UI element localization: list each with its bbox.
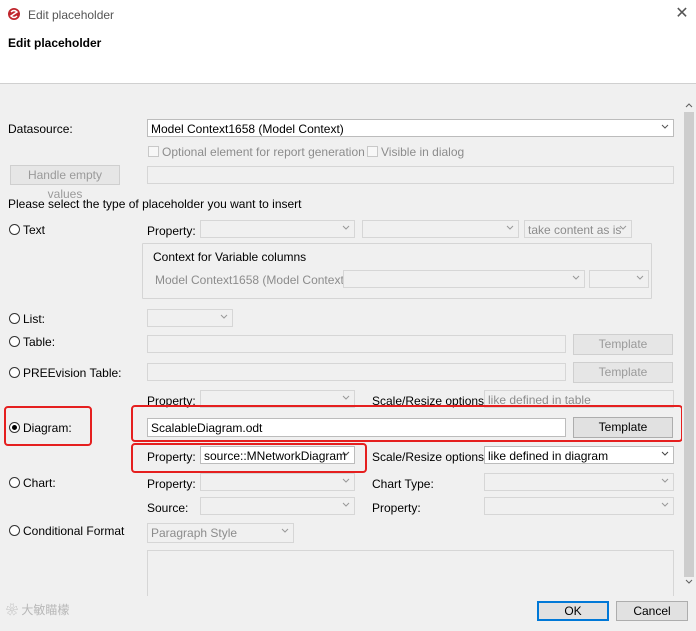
text-property-select[interactable] <box>200 220 355 238</box>
datasource-label: Datasource: <box>8 122 73 136</box>
watermark-logo-icon: ❀ <box>6 603 22 617</box>
chart-radio-label: Chart: <box>23 476 56 490</box>
paragraph-style-value: Paragraph Style <box>151 526 238 540</box>
scroll-up-icon[interactable] <box>684 101 694 109</box>
text-radio[interactable] <box>9 224 20 235</box>
chart-property2-label: Property: <box>372 501 421 515</box>
handle-empty-values-button[interactable]: Handle empty values <box>10 165 120 201</box>
ok-button[interactable]: OK <box>537 601 609 621</box>
list-select[interactable] <box>147 309 233 327</box>
datasource-select[interactable]: Model Context1658 (Model Context) <box>147 119 674 137</box>
diagram-file-field[interactable]: ScalableDiagram.odt <box>147 418 566 437</box>
preevision-file-field[interactable] <box>147 363 566 381</box>
table-radio-label: Table: <box>23 335 56 349</box>
chart-source-select[interactable] <box>200 497 355 515</box>
text-subproperty-select[interactable] <box>362 220 519 238</box>
diagram-radio-label: Diagram: <box>23 421 72 435</box>
optional-checkbox[interactable] <box>148 146 159 157</box>
chevron-down-icon <box>572 275 580 280</box>
diagram-property-select[interactable]: source::MNetworkDiagram <box>200 446 355 464</box>
diagram-property-value: source::MNetworkDiagram <box>204 449 347 463</box>
dialog-header <box>0 30 696 84</box>
chevron-down-icon <box>636 275 644 280</box>
chevron-down-icon <box>342 451 350 456</box>
instruction-text: Please select the type of placeholder yo… <box>8 197 302 211</box>
conditional-format-area[interactable] <box>147 550 674 596</box>
chevron-down-icon <box>661 451 669 456</box>
chart-type-select[interactable] <box>484 473 674 491</box>
text-radio-label: Text <box>23 223 46 237</box>
chart-radio[interactable] <box>9 477 20 488</box>
visible-label: Visible in dialog <box>381 145 465 159</box>
text-content-mode-select[interactable]: take content as is <box>524 220 632 238</box>
chevron-down-icon <box>342 225 350 230</box>
close-icon[interactable]: ✕ <box>672 4 692 24</box>
text-property-label: Property: <box>147 224 196 238</box>
app-logo-icon <box>8 8 20 20</box>
preevision-table-radio-label: PREEvision Table: <box>23 366 122 380</box>
chevron-down-icon <box>342 395 350 400</box>
table-template-button[interactable]: Template <box>573 334 673 355</box>
chart-type-label: Chart Type: <box>372 477 434 491</box>
dialog-heading: Edit placeholder <box>8 36 102 50</box>
context-value-label: Model Context1658 (Model Context) <box>155 273 348 287</box>
chart-property-select[interactable] <box>200 473 355 491</box>
diagram-scale-value: like defined in diagram <box>488 449 609 463</box>
chevron-down-icon <box>661 124 669 129</box>
window-title: Edit placeholder <box>28 8 115 22</box>
preevision-table-radio[interactable] <box>9 367 20 378</box>
list-radio-label: List: <box>23 312 46 326</box>
chart-property2-select[interactable] <box>484 497 674 515</box>
datasource-value: Model Context1658 (Model Context) <box>151 122 344 136</box>
text-content-mode-value: take content as is <box>528 223 622 237</box>
conditional-format-radio[interactable] <box>9 525 20 536</box>
diagram-file-value: ScalableDiagram.odt <box>151 421 263 435</box>
diagram-radio[interactable] <box>9 422 20 433</box>
list-radio[interactable] <box>9 313 20 324</box>
diagram-template-button[interactable]: Template <box>573 417 673 438</box>
conditional-format-label: Conditional Format <box>23 524 125 538</box>
chevron-down-icon <box>281 528 289 533</box>
chart-source-label: Source: <box>147 501 189 515</box>
context-sub-select[interactable] <box>589 270 649 288</box>
chevron-down-icon <box>661 502 669 507</box>
visible-checkbox[interactable] <box>367 146 378 157</box>
diagram-scale-label: Scale/Resize options: <box>372 450 488 464</box>
scrollbar-thumb[interactable] <box>684 112 694 577</box>
optional-label: Optional element for report generation <box>162 145 365 159</box>
table-file-field[interactable] <box>147 335 566 353</box>
chevron-down-icon <box>342 502 350 507</box>
chevron-down-icon <box>342 478 350 483</box>
chevron-down-icon <box>506 225 514 230</box>
preevision-template-button[interactable]: Template <box>573 362 673 383</box>
diagram-property-label: Property: <box>147 450 196 464</box>
context-group-title: Context for Variable columns <box>153 250 307 264</box>
watermark-text: 大敏瞄檬 <box>21 603 70 617</box>
diagram-scale-select[interactable]: like defined in diagram <box>484 446 674 464</box>
paragraph-style-select[interactable]: Paragraph Style <box>147 523 294 543</box>
watermark: ❀ 大敏瞄檬 <box>6 601 69 618</box>
handle-empty-values-field[interactable] <box>147 166 674 184</box>
chevron-down-icon <box>619 225 627 230</box>
chevron-down-icon <box>220 314 228 319</box>
cancel-button[interactable]: Cancel <box>616 601 688 621</box>
dialog-body: Datasource: Model Context1658 (Model Con… <box>2 100 682 596</box>
table-radio[interactable] <box>9 336 20 347</box>
context-select[interactable] <box>343 270 585 288</box>
chart-property-label: Property: <box>147 477 196 491</box>
chevron-down-icon <box>661 478 669 483</box>
scroll-down-icon[interactable] <box>684 578 694 586</box>
